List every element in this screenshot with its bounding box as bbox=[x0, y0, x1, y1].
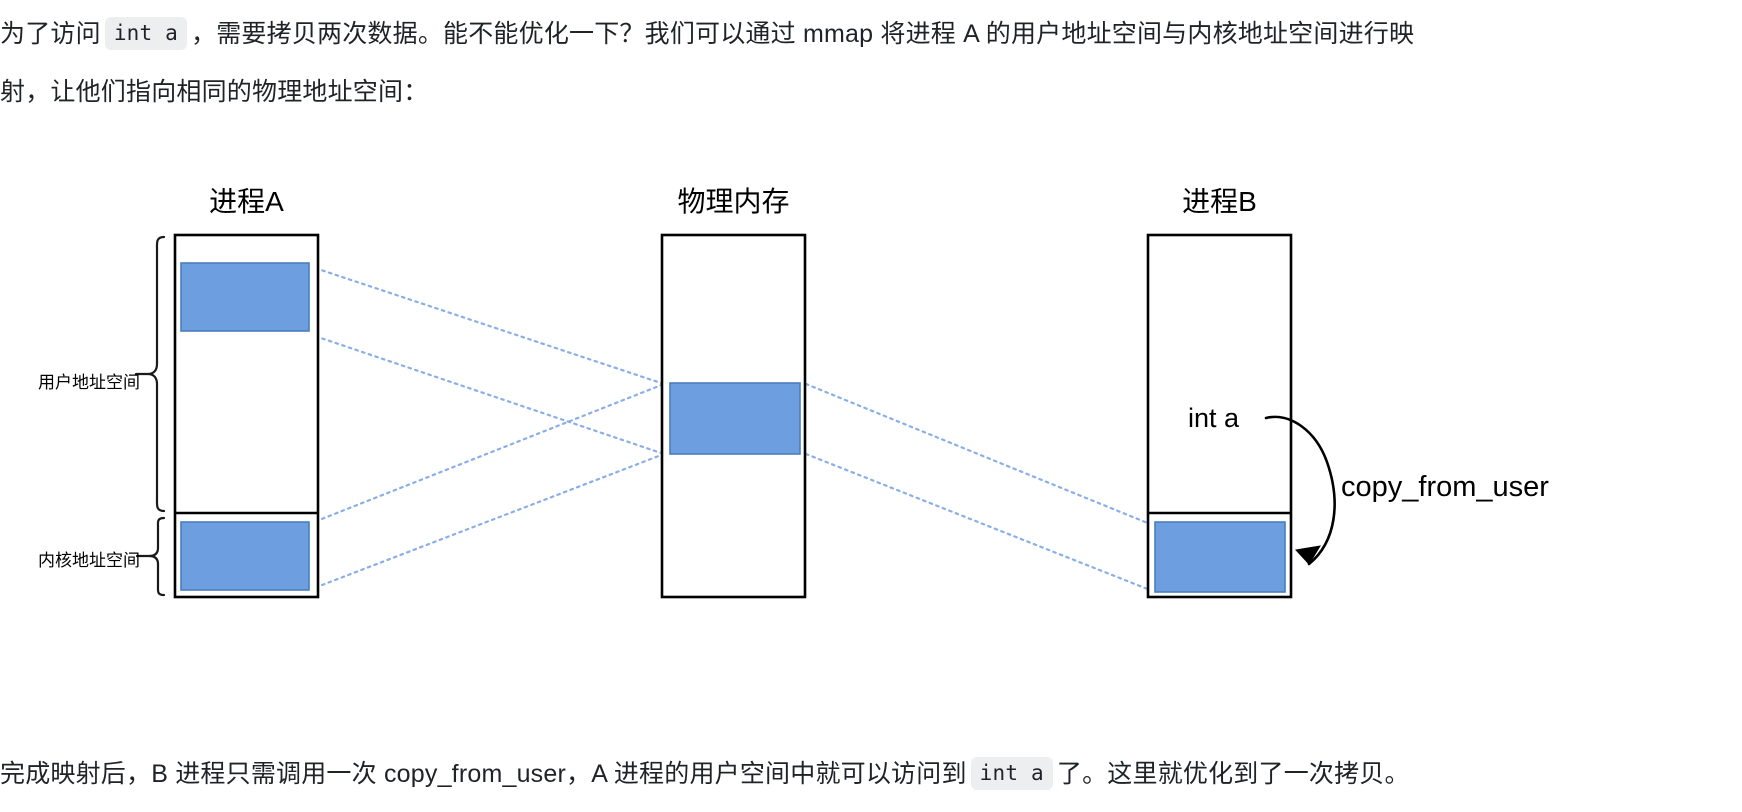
diagram-canvas bbox=[134, 233, 1336, 599]
connector-physical-to-b-bottom bbox=[804, 452, 1152, 592]
connector-a-kernel-top bbox=[307, 382, 666, 526]
inline-code-int-a-bottom: int a bbox=[970, 757, 1053, 790]
diagram-title-physical-memory: 物理内存 bbox=[677, 186, 790, 217]
connector-a-user-top bbox=[307, 264, 666, 386]
physical-memory-data-block bbox=[669, 382, 801, 455]
brace-kernel-address-space bbox=[148, 516, 166, 597]
process-a-kernel-data-block bbox=[180, 521, 310, 591]
copy-from-user-arrow-head bbox=[1295, 545, 1321, 565]
paragraph-top-text-b: ，需要拷贝两次数据。能不能优化一下？我们可以通过 mmap 将进程 A 的用户地… bbox=[191, 20, 1415, 48]
inline-code-int-a-top: int a bbox=[104, 17, 188, 50]
connector-a-user-bottom bbox=[307, 332, 666, 456]
annotation-int-a: int a bbox=[1188, 403, 1240, 433]
paragraph-bottom-text-a: 完成映射后，B 进程只需调用一次 copy_from_user，A 进程的用户空… bbox=[0, 760, 967, 788]
paragraph-top-text-a: 为了访问 bbox=[0, 20, 101, 48]
annotation-copy-from-user: copy_from_user bbox=[1341, 471, 1549, 503]
paragraph-top: 为了访问 int a ，需要拷贝两次数据。能不能优化一下？我们可以通过 mmap 将… bbox=[0, 4, 1742, 121]
diagram-title-process-b: 进程B bbox=[1182, 186, 1257, 217]
page-root: 为了访问 int a ，需要拷贝两次数据。能不能优化一下？我们可以通过 mmap 将… bbox=[0, 0, 1742, 812]
diagram-title-process-a: 进程A bbox=[209, 186, 284, 217]
label-kernel-address-space: 内核地址空间 bbox=[38, 551, 140, 570]
label-user-address-space: 用户地址空间 bbox=[38, 373, 140, 392]
mmap-diagram: 进程A 物理内存 进程B 用户地址空间 内核地址空间 int a copy_fr… bbox=[0, 150, 1742, 630]
connector-a-kernel-bottom bbox=[307, 452, 666, 592]
process-a-user-data-block bbox=[180, 262, 310, 332]
paragraph-top-line-1: 为了访问 int a ，需要拷贝两次数据。能不能优化一下？我们可以通过 mmap 将… bbox=[0, 4, 1742, 63]
process-b-kernel-data-block bbox=[1154, 521, 1286, 593]
address-space-braces bbox=[134, 235, 166, 597]
paragraph-bottom-text-b: 了。这里就优化到了一次拷贝。 bbox=[1056, 760, 1410, 788]
brace-user-address-space bbox=[147, 235, 166, 513]
paragraph-bottom: 完成映射后，B 进程只需调用一次 copy_from_user，A 进程的用户空… bbox=[0, 744, 1742, 803]
paragraph-top-line-2: 射，让他们指向相同的物理地址空间： bbox=[0, 78, 429, 106]
paragraph-bottom-line-1: 完成映射后，B 进程只需调用一次 copy_from_user，A 进程的用户空… bbox=[0, 744, 1742, 803]
connector-physical-to-b-top bbox=[804, 382, 1152, 526]
